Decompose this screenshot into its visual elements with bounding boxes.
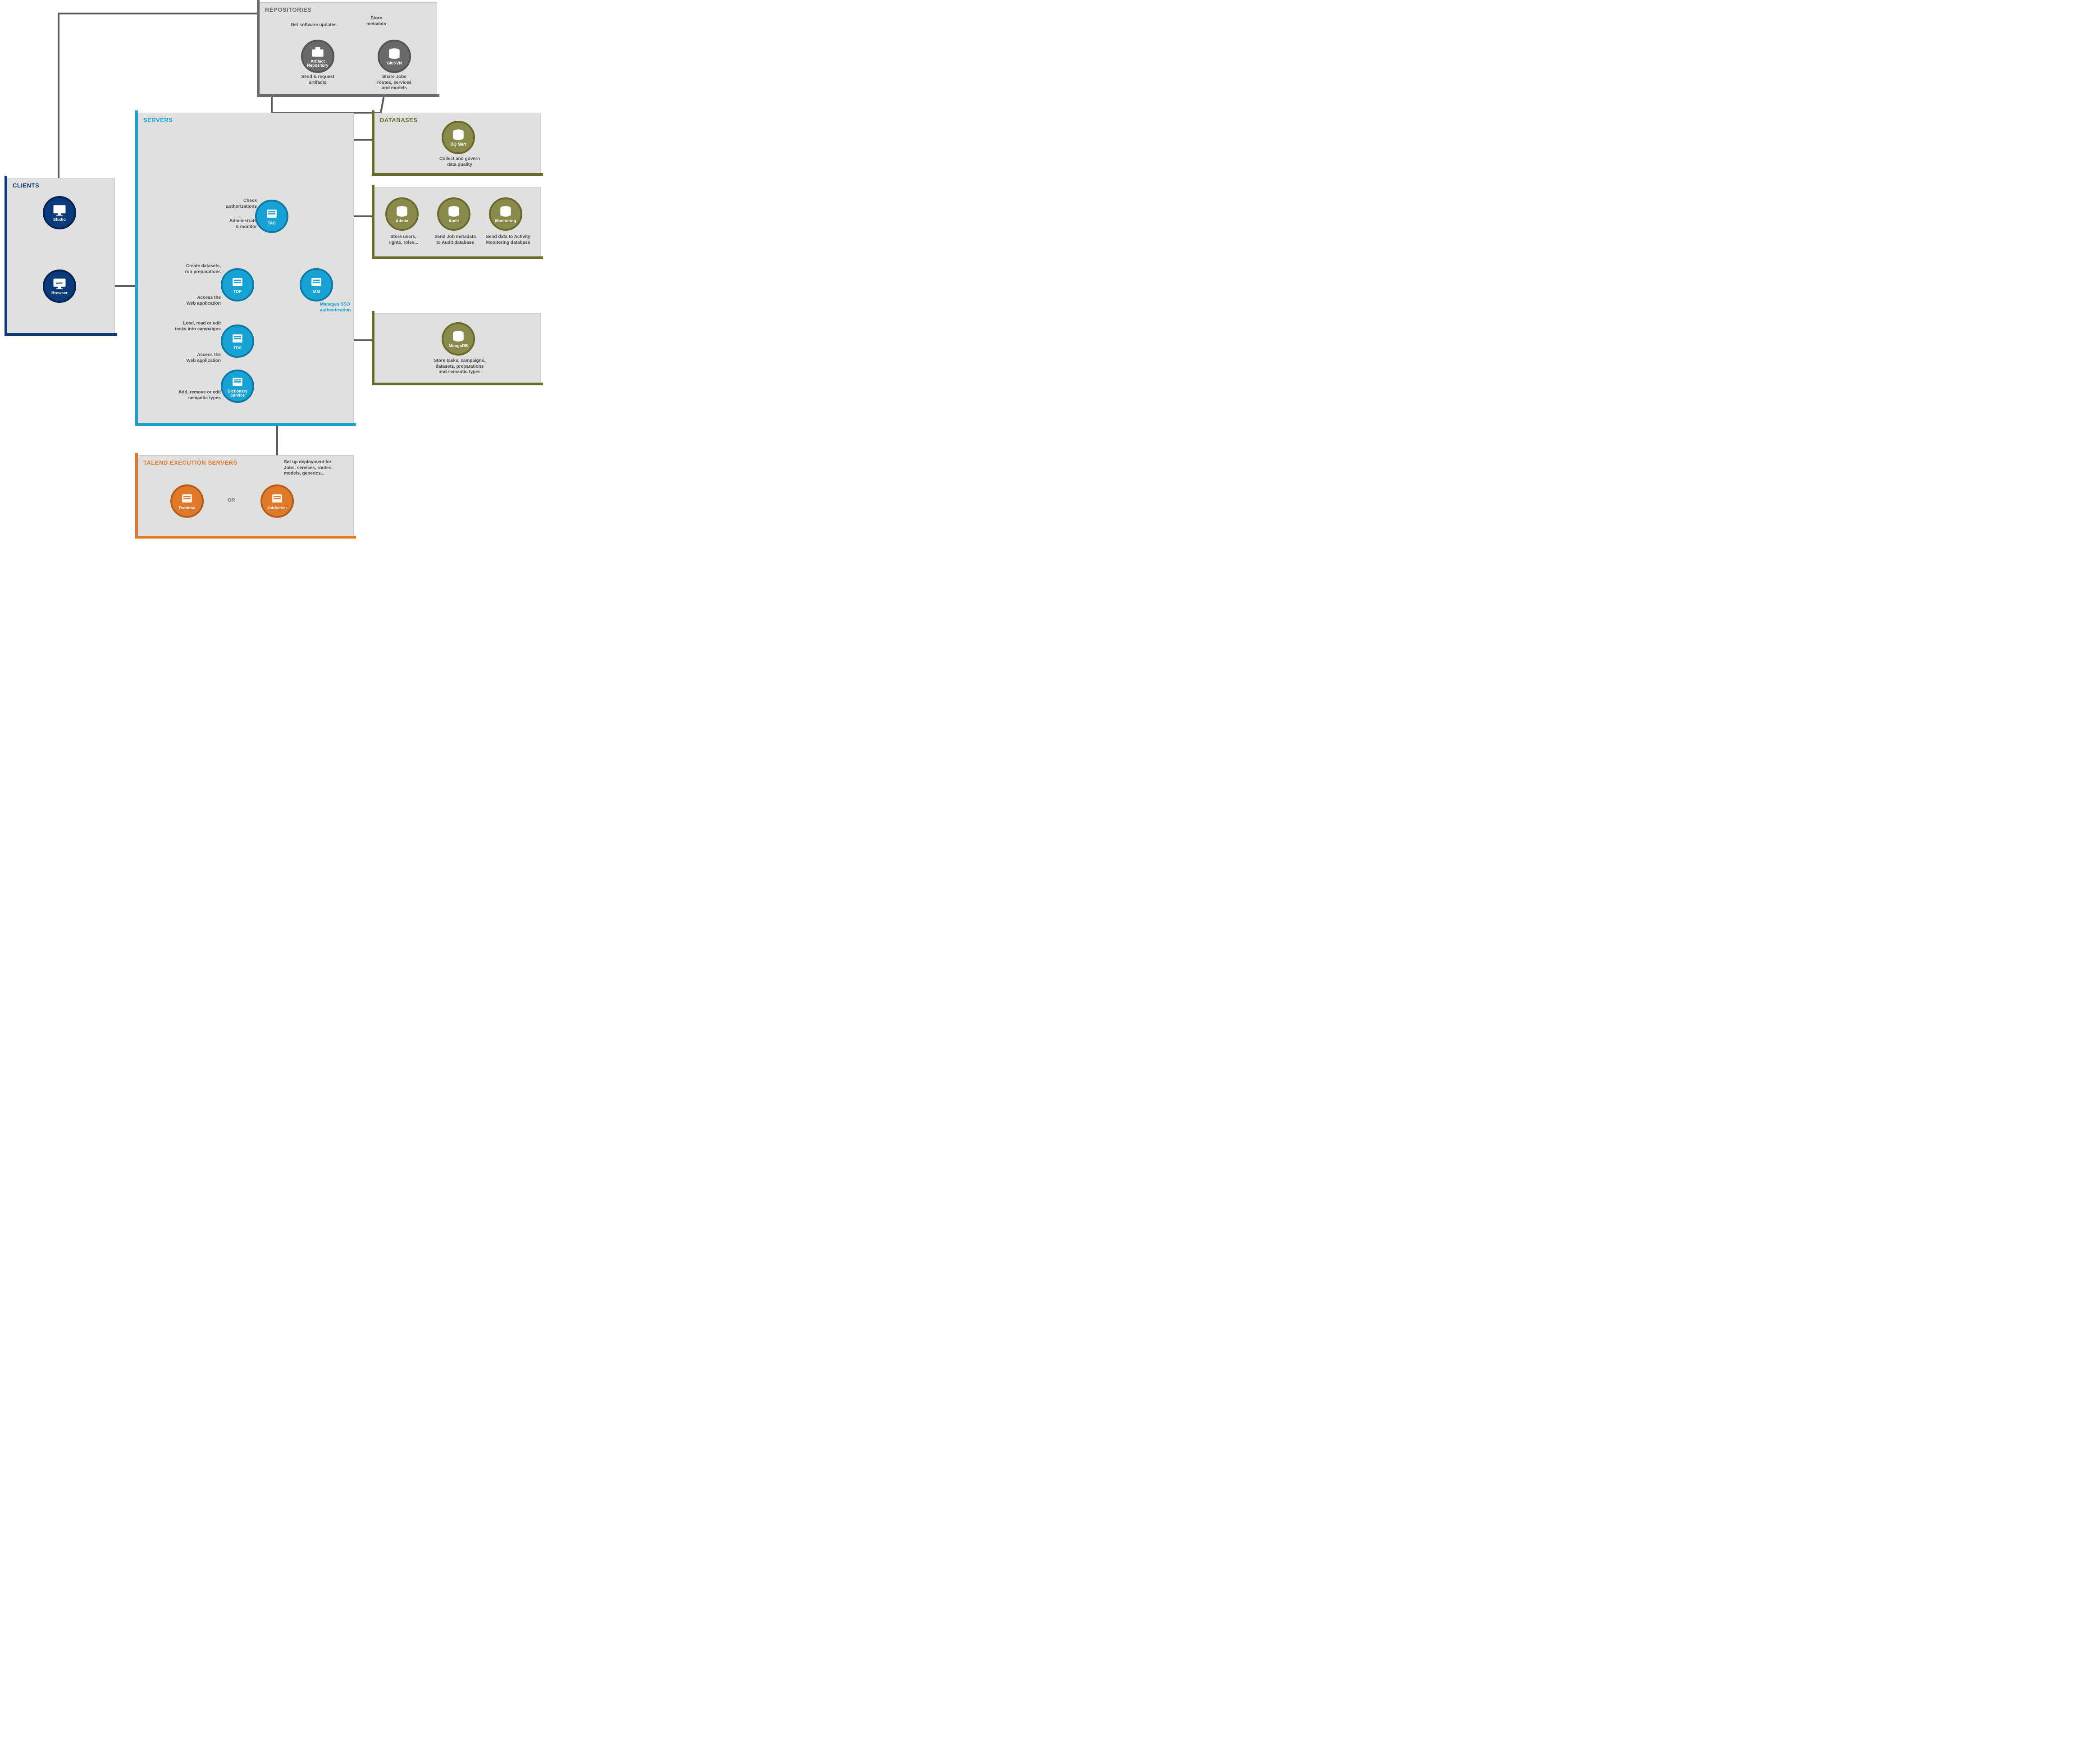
- node-audit-db: Audit: [437, 197, 470, 231]
- caption: Send Job metadatato Audit database: [430, 234, 480, 246]
- group-title: CLIENTS: [13, 182, 39, 189]
- caption: Storemetadata: [358, 16, 394, 27]
- node-label: Runtime: [179, 506, 195, 510]
- node-label: Admin: [396, 219, 408, 223]
- caption: Manages SSOauthentication: [320, 302, 361, 313]
- node-browser: www. Browser: [43, 269, 76, 303]
- group-title: DATABASES: [380, 117, 417, 123]
- node-dq-mart: DQ Mart: [442, 121, 475, 154]
- node-label: JobServer: [267, 506, 287, 510]
- node-label: Studio: [53, 218, 66, 222]
- node-label: Browser: [51, 291, 68, 295]
- node-label: TDP: [233, 290, 242, 294]
- caption: Access theWeb application: [178, 352, 221, 364]
- node-studio: Studio: [43, 196, 76, 229]
- server-icon: [229, 375, 246, 388]
- node-git-svn: Git/SVN: [378, 40, 411, 73]
- node-artifact-repository: ArtifactRepository: [301, 40, 334, 73]
- node-jobserver: JobServer: [260, 484, 294, 518]
- group-title: TALEND EXECUTION SERVERS: [143, 459, 237, 466]
- server-icon: [229, 275, 246, 289]
- cylinder-icon: [386, 47, 402, 60]
- svg-text:www.: www.: [55, 282, 63, 285]
- caption: Checkauthorizations: [216, 198, 257, 210]
- node-label: Git/SVN: [387, 61, 402, 65]
- cylinder-icon: [450, 128, 466, 142]
- node-label: DictionaryService: [228, 389, 247, 398]
- server-icon: [308, 275, 324, 289]
- node-label: TDS: [233, 346, 242, 350]
- caption: Get software updates: [291, 23, 345, 28]
- node-admin-db: Admin: [385, 197, 419, 231]
- server-icon: [264, 207, 280, 220]
- caption: Create datasets,run preparations: [173, 264, 221, 275]
- caption: Send & requestartifacts: [295, 74, 340, 86]
- node-monitoring-db: Monitoring: [489, 197, 522, 231]
- architecture-diagram: REPOSITORIES CLIENTS SERVERS DATABASES T…: [0, 0, 667, 559]
- node-runtime: Runtime: [170, 484, 204, 518]
- caption: Store users,rights, roles...: [381, 234, 426, 246]
- monitor-icon: www.: [51, 277, 68, 290]
- or-label: OR: [228, 498, 235, 503]
- node-tac: TAC: [255, 200, 288, 233]
- group-title: REPOSITORIES: [265, 6, 311, 13]
- node-tds: TDS: [221, 324, 254, 358]
- node-label: DQ Mart: [450, 142, 466, 146]
- caption: Add, remove or editsemantic types: [167, 390, 221, 401]
- node-iam: IAM: [300, 268, 333, 301]
- cylinder-icon: [394, 205, 410, 218]
- node-dictionary-service: DictionaryService: [221, 370, 254, 403]
- caption: Share Jobsroutes, servicesand models: [372, 74, 417, 91]
- caption: Store tasks, campaigns,datasets, prepara…: [426, 358, 493, 375]
- caption: Administrate& monitor: [216, 219, 257, 230]
- caption: Collect and governdata quality: [428, 156, 491, 168]
- node-label: Monitoring: [495, 219, 516, 223]
- caption: Load, read or edittasks into campaigns: [169, 321, 221, 332]
- node-label: TAC: [268, 221, 276, 225]
- server-icon: [229, 332, 246, 345]
- node-mongodb: MongoDB: [442, 322, 475, 356]
- group-title: SERVERS: [143, 117, 173, 123]
- node-label: Audit: [449, 219, 459, 223]
- server-icon: [269, 492, 285, 505]
- cylinder-icon: [446, 205, 462, 218]
- cylinder-icon: [450, 329, 466, 343]
- node-label: IAM: [313, 290, 320, 294]
- node-tdp: TDP: [221, 268, 254, 301]
- caption: Access theWeb application: [178, 295, 221, 306]
- node-label: MongoDB: [449, 344, 468, 348]
- node-label: ArtifactRepository: [307, 59, 328, 68]
- caption: Send data to ActivityMonitoring database: [480, 234, 536, 246]
- server-icon: [179, 492, 195, 505]
- cylinder-icon: [498, 205, 514, 218]
- caption: Set up deployment forJobs, services, rou…: [284, 460, 347, 477]
- package-icon: [310, 45, 326, 59]
- monitor-icon: [51, 203, 68, 217]
